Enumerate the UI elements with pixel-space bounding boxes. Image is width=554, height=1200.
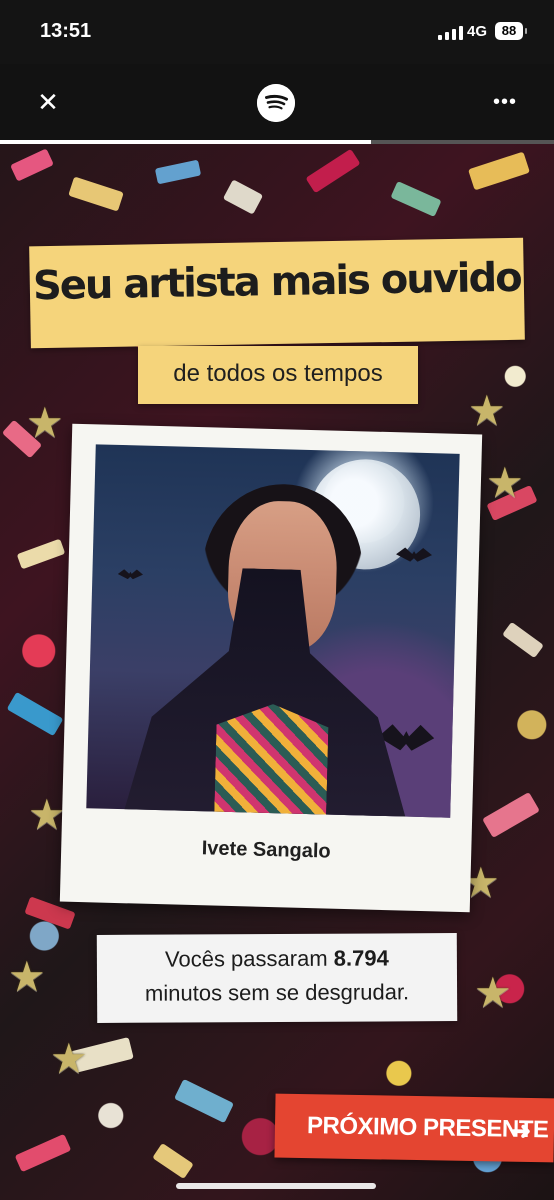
star-icon: ★ [486,459,524,506]
minutes-line-2: minutos sem se desgrudar. [144,979,410,1006]
story-subtitle: de todos os tempos [173,360,383,387]
confetti [305,148,361,194]
next-gift-button[interactable]: PRÓXIMO PRESENTE ➜ [274,1093,554,1163]
artist-photo [86,444,460,818]
subtitle-card: de todos os tempos [138,346,418,404]
confetti [152,1142,194,1180]
minutes-value: 8.794 [333,945,389,971]
status-time: 13:51 [40,20,92,42]
minutes-line-1: Vocês passaram 8.794 [97,945,457,973]
star-icon: ★ [474,969,512,1016]
bat-icon [378,724,435,751]
confetti [468,151,530,191]
home-indicator [176,1183,376,1189]
close-icon[interactable]: ✕ [34,88,62,116]
signal-icon [438,26,464,40]
confetti [222,179,264,215]
bat-icon [118,569,143,579]
spotify-icon [257,84,295,122]
confetti [68,176,124,212]
confetti [502,621,544,659]
confetti [16,538,66,570]
story-stage: ★ ★ ★ ★ ★ ★ ★ ★ ★ Seu artista mais ouvid… [0,144,554,1200]
network-label: 4G [467,23,488,40]
artist-name: Ivete Sangalo [201,837,331,863]
more-icon[interactable]: ••• [490,90,520,114]
star-icon: ★ [468,387,506,434]
artist-card: Ivete Sangalo [59,423,483,913]
star-icon: ★ [8,953,46,1000]
confetti [10,148,54,182]
confetti [154,159,202,185]
star-icon: ★ [50,1035,88,1082]
arrow-right-icon: ➜ [510,1117,532,1146]
battery-icon: 88 [495,22,527,40]
listening-minutes-card: Vocês passaram 8.794 minutos sem se desg… [96,933,458,1023]
status-bar: 13:51 4G 88 [0,0,554,64]
confetti [6,691,64,737]
star-icon: ★ [26,399,64,446]
minutes-prefix: Vocês passaram [164,945,328,972]
story-title: Seu artista mais ouvido [32,254,522,310]
star-icon: ★ [28,791,66,838]
confetti [174,1078,234,1124]
confetti [482,791,540,839]
spotify-logo [257,84,295,122]
confetti [390,181,442,217]
title-card: Seu artista mais ouvido [29,237,525,349]
confetti [14,1133,72,1173]
